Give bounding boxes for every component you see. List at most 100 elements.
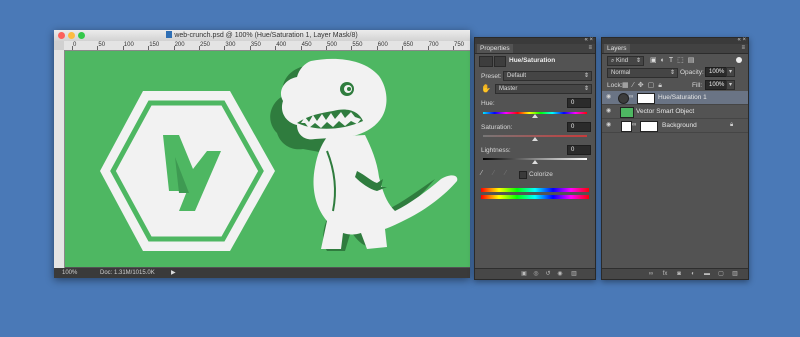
colorize-checkbox[interactable] [519,171,527,179]
targeted-adjustment-hand-icon[interactable]: ✋ [481,84,491,93]
visibility-eye-icon[interactable]: ◉ [606,122,613,128]
new-layer-icon[interactable]: ▢ [718,271,724,277]
saturation-slider-thumb[interactable] [532,137,538,141]
collapse-panel-icon[interactable]: « × [584,37,593,43]
delete-layer-icon[interactable]: ▥ [732,271,738,277]
delete-adjustment-icon[interactable]: ▥ [571,271,577,277]
status-menu-arrow-icon[interactable]: ▶ [171,268,176,278]
opacity-arrow-icon[interactable]: ▾ [726,67,735,77]
ruler-tick-mark [376,46,378,50]
ruler-tick-mark [275,46,277,50]
layer-filter-icons[interactable]: ▣◐T⬚▤ [650,56,698,64]
fill-arrow-icon[interactable]: ▾ [726,80,735,90]
layer-mask-thumbnail[interactable] [637,93,655,104]
add-to-sample-eyedropper-icon[interactable]: ⁄ [493,170,494,177]
close-window-button[interactable] [58,32,65,39]
adjustment-title: Hue/Saturation [509,57,556,64]
smart-object-thumbnail [620,107,634,118]
preset-label: Preset: [481,73,502,80]
link-layers-icon[interactable]: ∞ [648,271,654,277]
hue-label: Hue: [481,100,495,107]
panel-menu-icon[interactable]: ≡ [588,44,592,53]
tab-properties[interactable]: Properties [477,44,513,53]
reset-icon[interactable]: ↺ [545,271,551,277]
ruler-tick-mark [351,46,353,50]
ruler-tick-label: 300 [225,42,236,48]
minimize-window-button[interactable] [68,32,75,39]
ruler-tick-label: 450 [301,42,312,48]
background-color-thumbnail [621,121,632,132]
layer-name[interactable]: Hue/Saturation 1 [658,91,707,104]
artwork [100,58,458,251]
channel-dropdown[interactable]: Master ⇕ [495,84,592,94]
preset-dropdown[interactable]: Default ⇕ [503,71,592,81]
lock-icon: 🔒︎ [730,122,734,128]
layers-footer: ∞ fx ◙ ◐ ▬ ▢ ▥ [602,268,748,279]
document-title: web-crunch.psd @ 100% (Hue/Saturation 1,… [174,32,358,39]
adjustment-icon[interactable] [479,56,493,67]
fill-input[interactable]: 100% [705,80,728,90]
ruler-tick-mark [199,46,200,50]
horizontal-ruler[interactable]: 0 50 100 150 200 250 300 350 400 450 500 550 600 650 7… [64,41,470,51]
document-size-info[interactable]: Doc: 1.31M/1015.0K [100,268,155,278]
input-color-bar [481,188,589,192]
opacity-label: Opacity: [680,69,704,76]
zoom-window-button[interactable] [78,32,85,39]
link-icon[interactable]: ∞ [632,121,636,130]
add-mask-icon[interactable]: ◙ [676,271,682,277]
lock-options-icons[interactable]: ▦⁄✥▢🔒︎ [622,81,666,90]
ruler-tick-mark [97,46,99,50]
ruler-tick-label: 400 [276,42,287,48]
layer-name[interactable]: Background [662,119,697,132]
visibility-eye-icon[interactable]: ◉ [606,108,613,114]
psd-file-icon [166,31,173,38]
tab-layers[interactable]: Layers [604,44,630,53]
layers-menu-icon[interactable]: ≡ [741,44,745,53]
ruler-tick-mark [300,46,302,50]
collapse-layers-panel-icon[interactable]: « × [737,37,746,43]
toggle-visibility-icon[interactable]: ◉ [557,271,563,277]
layer-filter-dropdown[interactable]: ⌕ Kind ⇕ [607,56,644,66]
saturation-input[interactable]: 0 [567,122,591,132]
layer-row-background[interactable]: ◉ ∞ Background 🔒︎ [602,119,748,133]
ruler-tick-label: 550 [352,42,363,48]
document-window[interactable]: web-crunch.psd @ 100% (Hue/Saturation 1,… [54,30,470,278]
new-adjustment-layer-icon[interactable]: ◐ [690,271,696,277]
vertical-ruler[interactable] [54,50,65,271]
properties-footer: ▣ ◎ ↺ ◉ ▥ [475,268,595,279]
ruler-tick-mark [453,46,454,50]
layer-style-icon[interactable]: fx [662,271,668,277]
lightness-slider-thumb[interactable] [532,160,538,164]
link-icon[interactable]: ∞ [629,93,633,102]
ruler-tick-label: 650 [403,42,414,48]
output-color-bar [481,195,589,199]
clip-to-layer-icon[interactable]: ▣ [521,271,527,277]
ruler-tick-mark [249,46,251,50]
layer-name[interactable]: Vector Smart Object [636,105,694,118]
zoom-level[interactable]: 100% [62,268,77,278]
filter-toggle-icon[interactable] [736,57,742,63]
saturation-label: Saturation: [481,124,513,131]
mask-icon[interactable] [494,56,506,67]
ruler-tick-mark [72,46,73,50]
eyedropper-icon[interactable]: ⁄ [481,170,482,177]
subtract-from-sample-eyedropper-icon[interactable]: ⁄ [505,170,506,177]
layer-row-hue-saturation[interactable]: ◉ ∞ Hue/Saturation 1 [602,91,748,105]
ruler-origin[interactable] [54,41,64,50]
hue-input[interactable]: 0 [567,98,591,108]
ruler-tick-label: 750 [454,42,465,48]
lightness-input[interactable]: 0 [567,145,591,155]
fill-label: Fill: [692,82,703,89]
ruler-tick-mark [402,46,404,50]
document-canvas[interactable] [65,51,470,267]
dinosaur-mascot [270,58,458,251]
blend-mode-dropdown[interactable]: Normal ⇕ [607,68,678,78]
ruler-tick-label: 100 [123,42,134,48]
view-previous-icon[interactable]: ◎ [533,271,539,277]
opacity-input[interactable]: 100% [705,67,728,77]
new-group-icon[interactable]: ▬ [704,271,710,277]
layer-row-vector-smart-object[interactable]: ◉ Vector Smart Object [602,105,748,119]
hue-slider-thumb[interactable] [532,114,538,118]
ruler-tick-mark [148,46,150,50]
visibility-eye-icon[interactable]: ◉ [606,94,613,100]
